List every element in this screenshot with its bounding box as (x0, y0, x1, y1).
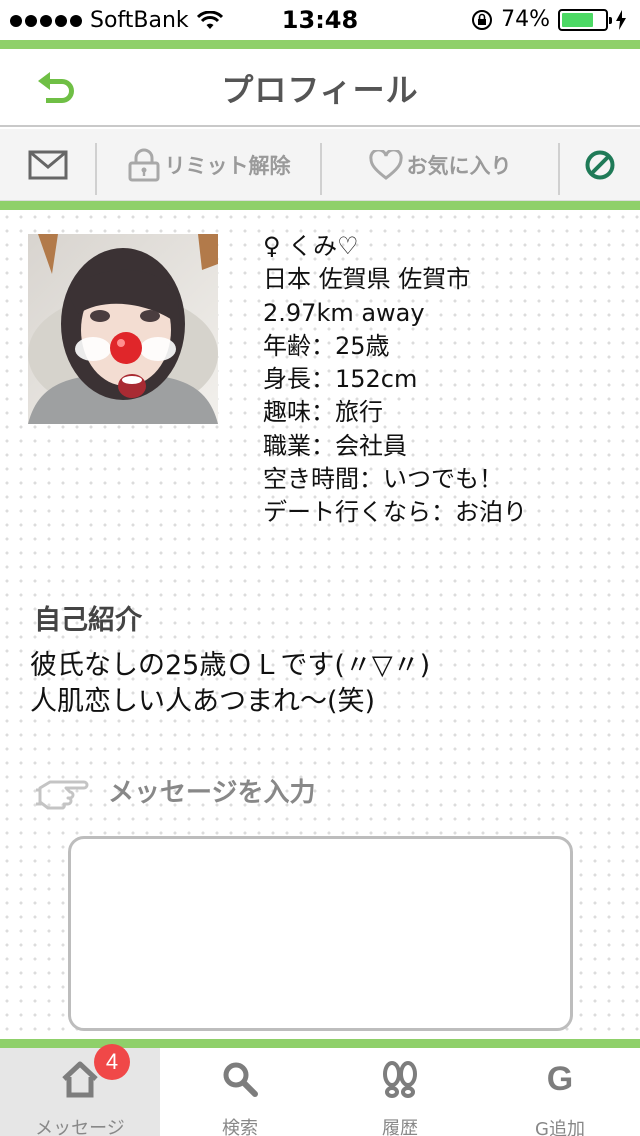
profile-date-pref: デート行くなら：お泊り (263, 498, 527, 527)
tab-g-add[interactable]: G G追加 (480, 1048, 640, 1136)
message-input[interactable] (68, 836, 573, 1031)
intro-line-2: 人肌恋しい人あつまれ〜(笑) (30, 686, 376, 717)
profile-info: ♀ くみ♡ 日本 佐賀県 佐賀市 2.97km away 年齢：25歳 身長：1… (263, 230, 527, 530)
header-accent-line (0, 40, 640, 49)
rotation-lock-icon (472, 9, 493, 30)
message-label: メッセージを入力 (108, 777, 316, 808)
tab-history[interactable]: 履歴 (320, 1048, 480, 1136)
header-bar: プロフィール (0, 49, 640, 127)
favorite-label: お気に入り (406, 154, 512, 178)
profile-job: 職業：会社員 (263, 431, 407, 460)
limit-release-button[interactable]: リミット解除 (97, 129, 320, 201)
toolbar-accent-line (0, 201, 640, 210)
intro-text: 彼氏なしの25歳ＯＬです(〃▽〃) 人肌恋しい人あつまれ〜(笑) (30, 648, 430, 720)
lock-icon (128, 148, 159, 182)
profile-name: ♀ くみ♡ (263, 232, 359, 260)
message-label-row: メッセージを入力 (36, 768, 315, 812)
page-title: プロフィール (221, 71, 419, 109)
search-icon (221, 1060, 259, 1098)
pointing-hand-icon (36, 780, 89, 810)
tab-label: メッセージ (35, 1118, 125, 1136)
block-button[interactable] (560, 129, 640, 201)
tab-label: G追加 (535, 1119, 585, 1136)
tab-label: 検索 (222, 1118, 258, 1136)
tab-label: 履歴 (382, 1118, 418, 1136)
profile-height: 身長：152cm (263, 365, 418, 394)
profile-photo[interactable] (28, 234, 218, 424)
tabbar-accent-line (0, 1039, 640, 1048)
intro-heading: 自己紹介 (34, 605, 142, 636)
heart-icon (368, 150, 403, 180)
block-icon (585, 150, 615, 180)
battery-icon (558, 8, 612, 31)
envelope-icon (28, 150, 68, 180)
favorite-button[interactable]: お気に入り (322, 129, 558, 201)
battery-percent: 74% (501, 7, 550, 32)
status-right: 74% (471, 7, 626, 32)
action-toolbar: リミット解除 お気に入り (0, 129, 640, 201)
g-icon: G (546, 1060, 574, 1098)
limit-release-label: リミット解除 (164, 154, 291, 178)
profile-location: 日本 佐賀県 佐賀市 (263, 265, 471, 294)
charging-icon (616, 9, 626, 30)
tab-message[interactable]: 4 メッセージ (0, 1044, 160, 1136)
tab-search[interactable]: 検索 (160, 1048, 320, 1136)
status-bar: SoftBank 13:48 74% (0, 0, 640, 40)
profile-distance: 2.97km away (263, 298, 425, 327)
profile-hobby: 趣味：旅行 (263, 398, 383, 427)
profile-photo-image (28, 234, 218, 424)
profile-content: ♀ くみ♡ 日本 佐賀県 佐賀市 2.97km away 年齢：25歳 身長：1… (0, 210, 640, 1040)
profile-free-time: 空き時間：いつでも！ (263, 465, 503, 494)
mail-button[interactable] (0, 129, 96, 201)
footprints-icon (380, 1060, 420, 1098)
unread-badge: 4 (94, 1044, 130, 1080)
tab-bar: 4 メッセージ 検索 履歴 G G追加 (0, 1044, 640, 1136)
intro-line-1: 彼氏なしの25歳ＯＬです(〃▽〃) (30, 650, 431, 681)
profile-age: 年齢：25歳 (263, 331, 390, 360)
